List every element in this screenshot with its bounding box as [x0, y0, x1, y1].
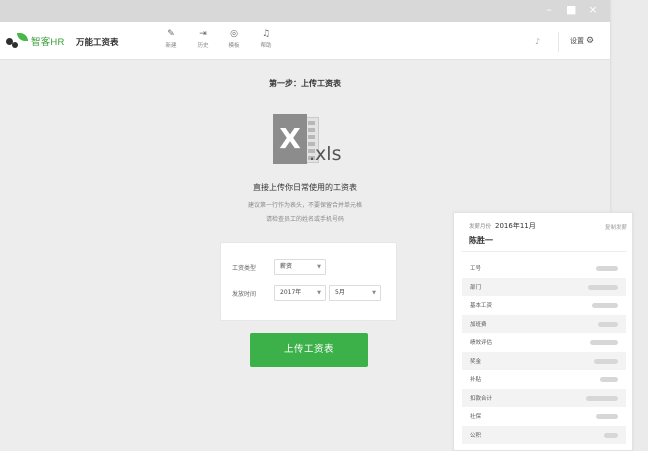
payslip-row-label: 绩效评估: [470, 340, 493, 347]
pay-period-label: 发放时间: [232, 290, 257, 298]
pay-period-row: 发放时间 2017年 ▼ 5月 ▼: [232, 285, 381, 301]
blurred-value: [596, 414, 618, 419]
app-name: 万能工资表: [76, 38, 119, 48]
app-logo: 智客HR: [6, 33, 65, 49]
notification-icon[interactable]: ♪: [535, 37, 540, 46]
salary-type-value: 薪资: [280, 263, 293, 270]
logo-icon: [6, 33, 28, 49]
blurred-value: [596, 266, 618, 271]
pencil-icon: ✎: [167, 29, 175, 39]
toolbar: 智客HR 万能工资表 ✎ 新建 ⇥ 历史 ◎ 模板 ♫ 帮助 ♪ 设置 ⚙: [0, 22, 610, 60]
toolbar-history-label: 历史: [197, 43, 209, 49]
upload-instructions: 直接上传你日常使用的工资表: [253, 183, 357, 192]
toolbar-new-button[interactable]: ✎ 新建: [159, 29, 183, 51]
year-select[interactable]: 2017年 ▼: [274, 285, 326, 301]
payslip-preview-panel: 发薪月份 2016年11月 复制发薪 陈胜一 工号部门基本工资加班费绩效评估奖金…: [453, 212, 633, 451]
chevron-down-icon: ▼: [317, 290, 321, 296]
toolbar-help-label: 帮助: [260, 43, 272, 49]
month-value: 5月: [335, 289, 345, 296]
payslip-row: 部门: [462, 277, 626, 296]
history-icon: ⇥: [199, 29, 207, 39]
blurred-value: [604, 432, 618, 438]
payslip-row: 扣款合计: [462, 388, 626, 407]
chevron-down-icon: ▼: [317, 264, 321, 270]
year-value: 2017年: [280, 289, 302, 296]
headset-icon: ♫: [261, 29, 271, 39]
settings-button[interactable]: 设置 ⚙: [570, 36, 594, 46]
payslip-row-label: 工号: [470, 266, 482, 273]
step-title: 第一步：上传工资表: [269, 79, 341, 88]
employee-name: 陈胜一: [469, 236, 493, 245]
blurred-value: [590, 340, 618, 345]
payslip-items: 工号部门基本工资加班费绩效评估奖金补贴扣款合计社保公积实发: [462, 259, 626, 450]
blurred-value: [594, 358, 618, 364]
salary-type-select[interactable]: 薪资 ▼: [274, 259, 326, 275]
toolbar-history-button[interactable]: ⇥ 历史: [191, 29, 215, 51]
payslip-row-label: 补贴: [470, 377, 482, 384]
upload-hint-line-1: 建议第一行作为表头，不要保留合并单元格: [247, 202, 362, 209]
copy-payslip-link[interactable]: 复制发薪: [605, 223, 627, 231]
salary-type-row: 工资类型 薪资 ▼: [232, 259, 326, 275]
payslip-row-label: 公积: [470, 432, 482, 439]
blurred-value: [586, 395, 618, 401]
xls-file-icon: X .xls: [271, 113, 351, 171]
payslip-row-label: 扣款合计: [470, 395, 493, 402]
payslip-row-label: 社保: [470, 414, 482, 421]
settings-label: 设置: [570, 37, 584, 45]
payslip-row: 公积: [462, 425, 626, 444]
maximize-icon[interactable]: ■: [566, 3, 576, 17]
payslip-row-label: 奖金: [470, 358, 482, 365]
screen: – ■ × 智客HR 万能工资表 ✎ 新建 ⇥ 历史 ◎ 模板 ♫ 帮助 ♪ 设…: [0, 0, 648, 451]
template-icon: ◎: [230, 29, 238, 39]
minimize-icon[interactable]: –: [544, 3, 554, 17]
payslip-row-label: 基本工资: [470, 303, 493, 310]
excel-x-icon: X: [273, 114, 307, 164]
blurred-value: [600, 377, 618, 382]
upload-options-card: 工资类型 薪资 ▼ 发放时间 2017年 ▼ 5月 ▼: [220, 242, 397, 321]
gear-icon: ⚙: [586, 36, 595, 46]
blurred-value: [592, 303, 618, 308]
payslip-row: 社保: [462, 407, 626, 426]
chevron-down-icon: ▼: [372, 290, 376, 296]
preview-divider: [462, 251, 626, 252]
blurred-value: [588, 284, 618, 290]
payslip-row: 基本工资: [462, 296, 626, 315]
toolbar-divider: [558, 32, 559, 52]
payslip-row-label: 部门: [470, 284, 482, 291]
payslip-row: 工号: [462, 259, 626, 278]
toolbar-new-label: 新建: [165, 43, 177, 49]
blurred-value: [598, 321, 618, 327]
salary-type-label: 工资类型: [232, 264, 257, 272]
upload-payroll-button[interactable]: 上传工资表: [250, 333, 368, 367]
payslip-row: 奖金: [462, 351, 626, 370]
payslip-date-value: 2016年11月: [495, 222, 536, 230]
toolbar-template-button[interactable]: ◎ 模板: [222, 29, 246, 51]
toolbar-help-button[interactable]: ♫ 帮助: [254, 29, 278, 51]
month-select[interactable]: 5月 ▼: [329, 285, 381, 301]
title-bar: – ■ ×: [0, 0, 610, 22]
payslip-date-label: 发薪月份: [469, 224, 492, 230]
payslip-row: 实发: [462, 444, 626, 450]
payslip-row: 绩效评估: [462, 333, 626, 352]
payslip-row: 补贴: [462, 370, 626, 389]
xls-extension-label: .xls: [309, 143, 342, 165]
payslip-date: 发薪月份 2016年11月: [469, 221, 536, 231]
logo-text: 智客HR: [31, 37, 65, 48]
toolbar-template-label: 模板: [228, 43, 240, 49]
payslip-row: 加班费: [462, 314, 626, 333]
payslip-row-label: 加班费: [470, 321, 487, 328]
close-icon[interactable]: ×: [588, 3, 598, 17]
